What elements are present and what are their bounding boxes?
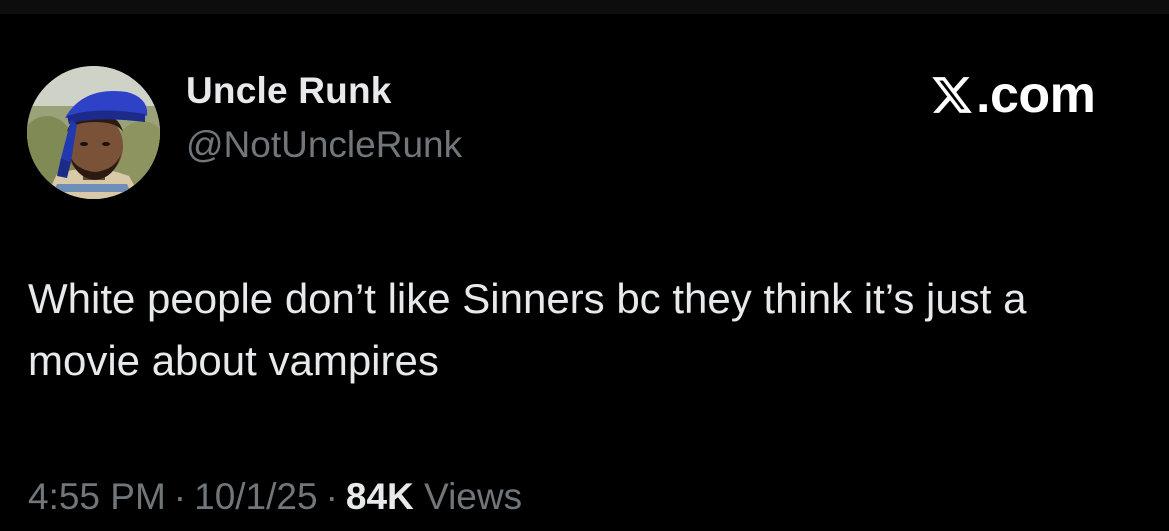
top-edge-strip: [0, 0, 1169, 14]
avatar[interactable]: [27, 66, 160, 199]
tweet-date[interactable]: 10/1/25: [194, 476, 317, 517]
meta-separator: ·: [173, 476, 187, 517]
x-logo-icon: [932, 77, 972, 113]
brand-domain-text: .com: [976, 66, 1096, 124]
author-handle[interactable]: @NotUncleRunk: [186, 124, 462, 166]
views-label: Views: [424, 476, 523, 517]
tweet-card: Uncle Runk @NotUncleRunk .com White peop…: [0, 14, 1169, 531]
x-com-brand: .com: [930, 66, 1096, 124]
tweet-time[interactable]: 4:55 PM: [28, 476, 166, 517]
tweet-meta: 4:55 PM · 10/1/25 · 84K Views: [28, 476, 522, 518]
tweet-text: White people don’t like Sinners bc they …: [28, 275, 1027, 384]
profile-photo-icon: [27, 66, 160, 199]
meta-separator: ·: [325, 476, 338, 517]
views-count[interactable]: 84K: [346, 476, 414, 517]
author-display-name[interactable]: Uncle Runk: [186, 70, 392, 112]
